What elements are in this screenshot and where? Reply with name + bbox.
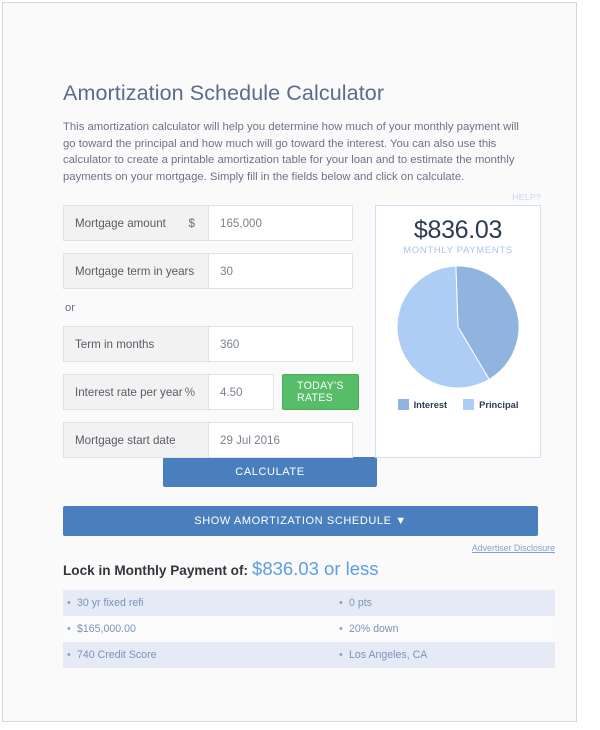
offer-cell-right: Los Angeles, CA — [335, 649, 555, 661]
field-mortgage-term-years: Mortgage term in years 30 — [63, 253, 353, 289]
calculator-main-row: Mortgage amount $ 165,000 Mortgage term … — [63, 192, 549, 458]
pie-legend: Interest Principal — [376, 399, 540, 410]
percent-unit-icon: % — [184, 385, 195, 399]
mortgage-start-date-input[interactable]: 29 Jul 2016 — [208, 422, 353, 458]
mortgage-amount-input[interactable]: 165,000 — [208, 205, 353, 241]
offer-cell-right: 20% down — [335, 623, 555, 635]
field-label-mortgage-amount: Mortgage amount $ — [63, 205, 208, 241]
field-label-term-months: Term in months — [63, 326, 208, 362]
monthly-payment-caption: MONTHLY PAYMENTS — [403, 245, 513, 256]
pie-svg — [396, 265, 520, 389]
interest-rate-input[interactable]: 4.50 — [208, 374, 274, 410]
page-content: Amortization Schedule Calculator This am… — [63, 81, 555, 668]
table-row: 740 Credit Score Los Angeles, CA — [63, 642, 555, 668]
or-separator-label: or — [65, 302, 76, 314]
monthly-payment-amount: $836.03 — [413, 216, 503, 244]
calculator-form: Mortgage amount $ 165,000 Mortgage term … — [63, 205, 359, 470]
field-label-interest-rate: Interest rate per year % — [63, 374, 208, 410]
monthly-payment-card: $836.03 MONTHLY PAYMENTS Interest Princi… — [375, 205, 541, 458]
page-frame: Amortization Schedule Calculator This am… — [2, 2, 577, 722]
legend-item-interest: Interest — [397, 399, 448, 410]
page-title: Amortization Schedule Calculator — [63, 81, 385, 105]
show-amortization-schedule-button[interactable]: SHOW AMORTIZATION SCHEDULE ▼ — [63, 506, 538, 536]
currency-unit-icon: $ — [188, 216, 195, 230]
table-row: 30 yr fixed refi 0 pts — [63, 590, 555, 616]
field-label-text: Interest rate per year — [75, 385, 183, 399]
field-mortgage-amount: Mortgage amount $ 165,000 — [63, 205, 353, 241]
legend-item-principal: Principal — [463, 399, 518, 410]
field-label-text: Mortgage amount — [75, 216, 166, 230]
field-term-months: Term in months 360 — [63, 326, 353, 362]
field-interest-rate: Interest rate per year % 4.50 TODAY'S RA… — [63, 374, 359, 410]
field-label-text: Mortgage term in years — [75, 264, 195, 278]
lock-in-heading: Lock in Monthly Payment of: $836.03 or le… — [63, 558, 555, 582]
table-row: $165,000.00 20% down — [63, 616, 555, 642]
field-label-text: Mortgage start date — [75, 433, 176, 447]
mortgage-term-years-input[interactable]: 30 — [208, 253, 353, 289]
offer-cell-left: 740 Credit Score — [63, 649, 335, 661]
legend-swatch-interest — [397, 399, 409, 410]
lock-in-label: Lock in Monthly Payment of: — [63, 563, 249, 578]
offer-criteria-table: 30 yr fixed refi 0 pts $165,000.00 20% d… — [63, 590, 555, 668]
offer-cell-right: 0 pts — [335, 597, 555, 609]
field-label-mortgage-term-years: Mortgage term in years — [63, 253, 208, 289]
legend-swatch-principal — [463, 399, 475, 410]
field-label-mortgage-start-date: Mortgage start date — [63, 422, 208, 458]
term-months-input[interactable]: 360 — [208, 326, 353, 362]
field-mortgage-start-date: Mortgage start date 29 Jul 2016 — [63, 422, 353, 458]
offer-cell-left: $165,000.00 — [63, 623, 335, 635]
help-link[interactable]: HELP? — [512, 192, 541, 202]
todays-rates-button[interactable]: TODAY'S RATES — [282, 374, 359, 410]
legend-label-interest: Interest — [413, 399, 448, 410]
field-label-text: Term in months — [75, 337, 155, 351]
offers-section: Advertiser Disclosure Lock in Monthly Pa… — [63, 543, 555, 668]
advertiser-disclosure-link[interactable]: Advertiser Disclosure — [472, 543, 555, 553]
lock-in-amount: $836.03 or less — [252, 558, 379, 579]
payment-breakdown-pie-chart — [376, 265, 540, 389]
offer-cell-left: 30 yr fixed refi — [63, 597, 335, 609]
legend-label-principal: Principal — [479, 399, 519, 410]
intro-paragraph: This amortization calculator will help y… — [63, 121, 519, 183]
summary-panel: HELP? $836.03 MONTHLY PAYMENTS Interest — [375, 192, 541, 458]
